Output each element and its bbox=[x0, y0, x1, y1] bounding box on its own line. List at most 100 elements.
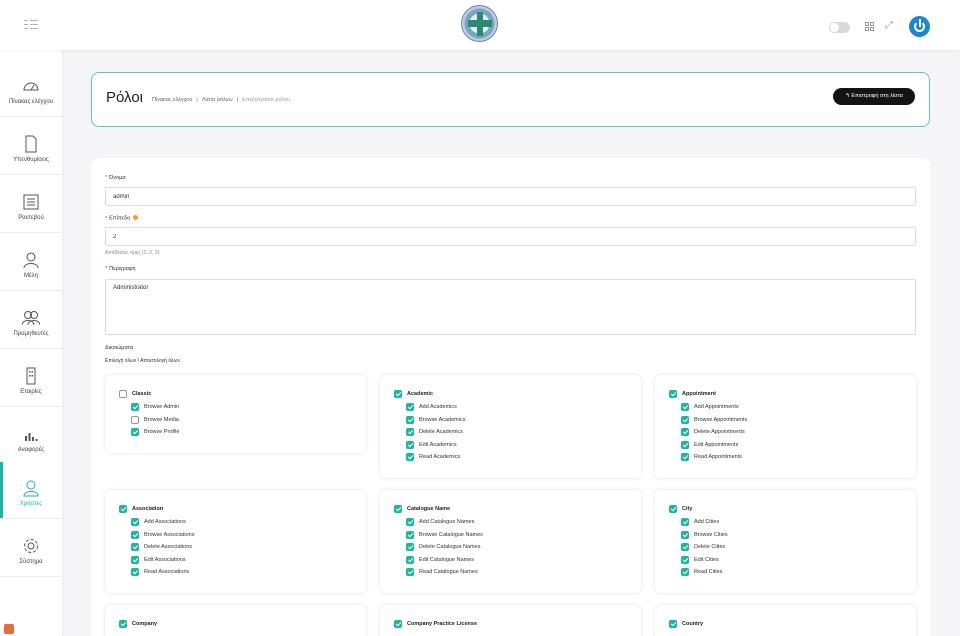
group-checkbox[interactable]: Academic bbox=[394, 390, 433, 398]
fullscreen-icon[interactable]: ⤢ bbox=[885, 21, 895, 31]
permission-checkbox[interactable]: Browse Appointments bbox=[681, 415, 747, 424]
level-input[interactable] bbox=[105, 227, 916, 246]
permission-checkbox[interactable]: Browse Associations bbox=[131, 530, 194, 539]
sidebar-item-users[interactable]: Χρήστες bbox=[0, 462, 62, 519]
checkbox-checked-icon[interactable] bbox=[681, 453, 689, 461]
permission-checkbox[interactable]: Browse Profile bbox=[131, 428, 179, 436]
breadcrumb-link-dashboard[interactable]: Πίνακας ελέγχου bbox=[152, 97, 192, 103]
checkbox-checked-icon[interactable] bbox=[131, 530, 139, 539]
checkbox-checked-icon[interactable] bbox=[406, 403, 414, 411]
permission-checkbox[interactable]: Browse Cities bbox=[681, 530, 728, 539]
level-hint: Αποδεκτές τιμές (1, 2, 3) bbox=[105, 250, 160, 256]
group-checkbox[interactable]: Association bbox=[119, 505, 163, 513]
checkbox-checked-icon[interactable] bbox=[669, 620, 677, 628]
checkbox-checked-icon[interactable] bbox=[406, 453, 414, 461]
permission-checkbox[interactable]: Browse Catalogue Names bbox=[406, 530, 483, 539]
permission-checkbox[interactable]: Add Associations bbox=[131, 518, 186, 526]
logo[interactable] bbox=[461, 5, 498, 42]
sidebar-item-members[interactable]: Μέλη bbox=[0, 234, 62, 291]
checkbox-checked-icon[interactable] bbox=[131, 518, 139, 526]
checkbox-checked-icon[interactable] bbox=[669, 390, 677, 398]
permission-checkbox[interactable]: Read Cities bbox=[681, 568, 722, 576]
group-checkbox[interactable]: Country bbox=[669, 620, 703, 628]
permission-checkbox[interactable]: Add Cities bbox=[681, 518, 719, 526]
permission-checkbox[interactable]: Read Academics bbox=[406, 453, 460, 461]
breadcrumb-link-roles[interactable]: Λίστα ρόλων bbox=[202, 97, 233, 103]
permission-checkbox[interactable]: Add Academics bbox=[406, 403, 457, 411]
group-checkbox[interactable]: Company Practice License bbox=[394, 620, 477, 628]
checkbox-checked-icon[interactable] bbox=[406, 415, 414, 424]
checkbox-checked-icon[interactable] bbox=[406, 568, 414, 576]
checkbox-checked-icon[interactable] bbox=[681, 555, 689, 564]
group-checkbox[interactable]: Company bbox=[119, 620, 157, 628]
checkbox-checked-icon[interactable] bbox=[681, 428, 689, 436]
checkbox-checked-icon[interactable] bbox=[394, 505, 402, 513]
permission-checkbox[interactable]: Add Catalogue Names bbox=[406, 518, 474, 526]
sidebar-item-companies[interactable]: Εταιρίες bbox=[0, 350, 62, 407]
sidebar-item-appointments[interactable]: Ραντεβού bbox=[0, 176, 62, 233]
checkbox-checked-icon[interactable] bbox=[406, 440, 414, 449]
permission-checkbox[interactable]: Delete Catalogue Names bbox=[406, 543, 480, 551]
power-icon[interactable] bbox=[909, 16, 930, 37]
checkbox-checked-icon[interactable] bbox=[394, 620, 402, 628]
checkbox-checked-icon[interactable] bbox=[681, 530, 689, 539]
checkbox-checked-icon[interactable] bbox=[394, 390, 402, 398]
permission-checkbox[interactable]: Edit Appointments bbox=[681, 440, 738, 449]
checkbox-checked-icon[interactable] bbox=[669, 505, 677, 513]
permission-label: Read Associations bbox=[144, 569, 190, 575]
user-check-icon bbox=[23, 480, 39, 497]
group-checkbox[interactable]: Appointment bbox=[669, 390, 716, 398]
permission-checkbox[interactable]: Read Associations bbox=[131, 568, 189, 576]
apps-grid-icon[interactable] bbox=[865, 22, 874, 31]
checkbox-checked-icon[interactable] bbox=[681, 543, 689, 551]
sidebar-item-dashboard[interactable]: Πίνακας ελέγχου bbox=[0, 60, 62, 117]
sidebar-item-reminders[interactable]: Υπενθυμίσεις bbox=[0, 118, 62, 175]
permission-checkbox[interactable]: Read Catalogue Names bbox=[406, 568, 478, 576]
back-to-list-button[interactable]: ↰ Επιστροφή στη λίστα bbox=[833, 88, 915, 105]
checkbox-checked-icon[interactable] bbox=[681, 415, 689, 424]
checkbox-checked-icon[interactable] bbox=[681, 518, 689, 526]
checkbox-checked-icon[interactable] bbox=[131, 403, 139, 411]
checkbox-unchecked-icon[interactable] bbox=[119, 390, 127, 398]
checkbox-checked-icon[interactable] bbox=[406, 428, 414, 436]
permission-checkbox[interactable]: Edit Cities bbox=[681, 555, 719, 564]
permission-checkbox[interactable]: Read Appointments bbox=[681, 453, 742, 461]
permission-checkbox[interactable]: Delete Appointments bbox=[681, 428, 745, 436]
checkbox-checked-icon[interactable] bbox=[119, 620, 127, 628]
group-checkbox[interactable]: Classic bbox=[119, 390, 151, 398]
permission-checkbox[interactable]: Add Appointments bbox=[681, 403, 739, 411]
menu-toggle-icon[interactable] bbox=[24, 20, 38, 30]
permission-checkbox[interactable]: Browse Academics bbox=[406, 415, 465, 424]
permission-checkbox[interactable]: Browse Admin bbox=[131, 403, 179, 411]
checkbox-checked-icon[interactable] bbox=[131, 428, 139, 436]
checkbox-unchecked-icon[interactable] bbox=[131, 415, 139, 424]
permission-checkbox[interactable]: Edit Academics bbox=[406, 440, 457, 449]
checkbox-checked-icon[interactable] bbox=[131, 568, 139, 576]
checkbox-checked-icon[interactable] bbox=[681, 568, 689, 576]
checkbox-checked-icon[interactable] bbox=[406, 543, 414, 551]
permission-checkbox[interactable]: Delete Cities bbox=[681, 543, 725, 551]
checkbox-checked-icon[interactable] bbox=[131, 543, 139, 551]
sidebar-item-reports[interactable]: Αναφορές bbox=[0, 408, 62, 465]
permission-checkbox[interactable]: Delete Academics bbox=[406, 428, 463, 436]
checkbox-checked-icon[interactable] bbox=[119, 505, 127, 513]
permission-checkbox[interactable]: Browse Media bbox=[131, 415, 179, 424]
checkbox-checked-icon[interactable] bbox=[131, 555, 139, 564]
group-checkbox[interactable]: Catalogue Name bbox=[394, 505, 450, 513]
description-textarea[interactable]: Administrator bbox=[105, 279, 916, 335]
checkbox-checked-icon[interactable] bbox=[406, 518, 414, 526]
permission-checkbox[interactable]: Edit Associations bbox=[131, 555, 186, 564]
group-checkbox[interactable]: City bbox=[669, 505, 692, 513]
select-all-link[interactable]: Επιλογή όλων / Αποεπιλογή όλων bbox=[105, 358, 180, 364]
checkbox-checked-icon[interactable] bbox=[681, 440, 689, 449]
info-icon[interactable] bbox=[133, 215, 139, 220]
checkbox-checked-icon[interactable] bbox=[681, 403, 689, 411]
permission-checkbox[interactable]: Delete Associations bbox=[131, 543, 192, 551]
sidebar-item-suppliers[interactable]: Προμηθευτές bbox=[0, 292, 62, 349]
theme-toggle[interactable] bbox=[829, 22, 850, 33]
name-input[interactable] bbox=[105, 187, 916, 206]
checkbox-checked-icon[interactable] bbox=[406, 530, 414, 539]
permission-checkbox[interactable]: Edit Catalogue Names bbox=[406, 555, 474, 564]
sidebar-item-system[interactable]: Σύστημα bbox=[0, 520, 62, 577]
checkbox-checked-icon[interactable] bbox=[406, 555, 414, 564]
